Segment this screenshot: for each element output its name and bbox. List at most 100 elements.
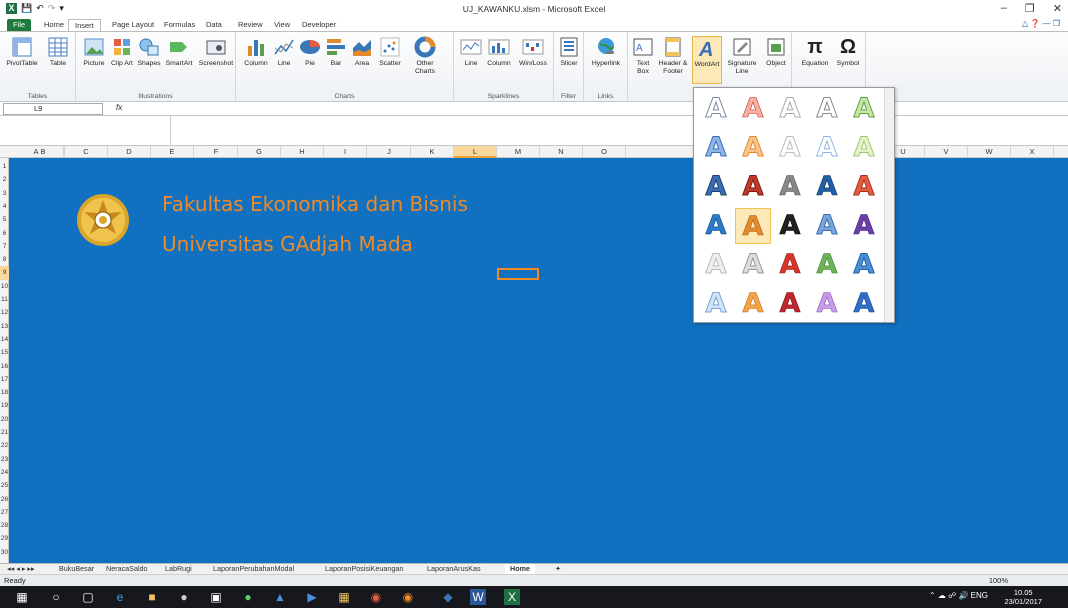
row-header-21[interactable]: 21 (0, 426, 9, 439)
clock[interactable]: 10.05 23/01/2017 (1004, 588, 1042, 606)
column-header-J[interactable]: J (368, 146, 411, 158)
excel-icon[interactable]: X (504, 589, 520, 605)
row-header-12[interactable]: 12 (0, 306, 9, 319)
row-header-27[interactable]: 27 (0, 506, 9, 519)
system-tray[interactable]: ⌃ ☁ ☍ 🔊 ENG (929, 591, 988, 600)
row-header-25[interactable]: 25 (0, 479, 9, 492)
wordart-style-29[interactable]: A (809, 286, 845, 322)
column-header-V[interactable]: V (925, 146, 968, 158)
wordart-style-24[interactable]: A (809, 247, 845, 283)
row-header-7[interactable]: 7 (0, 240, 9, 253)
sparkline-column-button[interactable]: Column (484, 36, 514, 68)
minimize-icon[interactable]: – (1001, 2, 1007, 15)
hyperlink-button[interactable]: Hyperlink (586, 36, 626, 68)
row-header-9[interactable]: 9 (0, 266, 9, 280)
wordart-style-3[interactable]: A (772, 91, 808, 127)
zoom-level[interactable]: 100% (989, 576, 1008, 585)
column-header-B[interactable]: B (22, 146, 65, 158)
wordart-style-14[interactable]: A (809, 169, 845, 205)
sparkline-winloss-button[interactable]: Win/Loss (516, 36, 550, 68)
signature-line-button[interactable]: Signature Line (724, 36, 760, 76)
column-header-C[interactable]: C (65, 146, 108, 158)
row-header-30[interactable]: 30 (0, 546, 9, 559)
row-header-15[interactable]: 15 (0, 346, 9, 359)
column-header-F[interactable]: F (195, 146, 238, 158)
smartart-button[interactable]: SmartArt (164, 36, 194, 68)
row-header-19[interactable]: 19 (0, 399, 9, 412)
column-header-G[interactable]: G (238, 146, 281, 158)
search-icon[interactable]: ○ (48, 589, 64, 605)
other-charts-button[interactable]: Other Charts (408, 36, 442, 76)
column-header-O[interactable]: O (583, 146, 626, 158)
row-header-5[interactable]: 5 (0, 213, 9, 226)
equation-button[interactable]: π Equation (798, 36, 832, 68)
wordart-style-5[interactable]: A (846, 91, 882, 127)
wordart-style-20[interactable]: A (846, 208, 882, 244)
row-header-10[interactable]: 10 (0, 280, 9, 293)
firefox-icon[interactable]: ◉ (400, 589, 416, 605)
column-header-X[interactable]: X (1011, 146, 1054, 158)
wordart-style-9[interactable]: A (809, 130, 845, 166)
line-chart-button[interactable]: Line (272, 36, 296, 68)
chrome-icon[interactable]: ◉ (368, 589, 384, 605)
selected-cell[interactable] (497, 268, 539, 280)
wordart-style-30[interactable]: A (846, 286, 882, 322)
row-header-22[interactable]: 22 (0, 439, 9, 452)
restore-icon[interactable]: ❐ (1025, 2, 1035, 15)
row-header-17[interactable]: 17 (0, 373, 9, 386)
object-button[interactable]: Object (762, 36, 790, 68)
row-header-6[interactable]: 6 (0, 227, 9, 240)
wordart-style-4[interactable]: A (809, 91, 845, 127)
wordart-style-26[interactable]: A (698, 286, 734, 322)
wordart-style-27[interactable]: A (735, 286, 771, 322)
wordart-style-21[interactable]: A (698, 247, 734, 283)
app-icon[interactable]: ▲ (272, 589, 288, 605)
sparkline-line-button[interactable]: Line (460, 36, 482, 68)
row-header-16[interactable]: 16 (0, 360, 9, 373)
bar-chart-button[interactable]: Bar (324, 36, 348, 68)
app-icon[interactable]: ▶ (304, 589, 320, 605)
column-header-H[interactable]: H (281, 146, 324, 158)
wordart-style-22[interactable]: A (735, 247, 771, 283)
wordart-button[interactable]: A WordArt (692, 36, 722, 84)
edge-icon[interactable]: e (112, 589, 128, 605)
row-header-11[interactable]: 11 (0, 293, 9, 306)
symbol-button[interactable]: Ω Symbol (834, 36, 862, 68)
close-icon[interactable]: ✕ (1053, 2, 1062, 15)
column-header-N[interactable]: N (540, 146, 583, 158)
wordart-style-16[interactable]: A (698, 208, 734, 244)
row-header-1[interactable]: 1 (0, 160, 9, 173)
row-header-24[interactable]: 24 (0, 466, 9, 479)
wordart-style-25[interactable]: A (846, 247, 882, 283)
wordart-style-17[interactable]: A (735, 208, 771, 244)
column-header-D[interactable]: D (108, 146, 151, 158)
row-header-20[interactable]: 20 (0, 413, 9, 426)
app-icon[interactable]: ● (176, 589, 192, 605)
column-chart-button[interactable]: Column (242, 36, 270, 68)
column-header-M[interactable]: M (497, 146, 540, 158)
wordart-style-7[interactable]: A (735, 130, 771, 166)
pie-chart-button[interactable]: Pie (298, 36, 322, 68)
app-icon[interactable]: ● (240, 589, 256, 605)
scatter-chart-button[interactable]: Scatter (376, 36, 404, 68)
wordart-style-1[interactable]: A (698, 91, 734, 127)
column-header-E[interactable]: E (151, 146, 194, 158)
pivottable-button[interactable]: PivotTable (4, 36, 40, 68)
file-explorer-icon[interactable]: ■ (144, 589, 160, 605)
row-header-4[interactable]: 4 (0, 200, 9, 213)
help-icon[interactable]: △ ❓ — ❐ (1022, 19, 1060, 28)
wordart-style-18[interactable]: A (772, 208, 808, 244)
row-header-14[interactable]: 14 (0, 333, 9, 346)
wordart-style-19[interactable]: A (809, 208, 845, 244)
screenshot-button[interactable]: Screenshot (198, 36, 234, 68)
row-header-3[interactable]: 3 (0, 187, 9, 200)
column-header-L[interactable]: L (454, 146, 497, 158)
wordart-style-13[interactable]: A (772, 169, 808, 205)
row-header-8[interactable]: 8 (0, 253, 9, 266)
wordart-style-28[interactable]: A (772, 286, 808, 322)
word-icon[interactable]: W (470, 589, 486, 605)
clip-art-button[interactable]: Clip Art (110, 36, 134, 68)
slicer-button[interactable]: Slicer (557, 36, 581, 68)
wordart-style-10[interactable]: A (846, 130, 882, 166)
row-header-13[interactable]: 13 (0, 320, 9, 333)
